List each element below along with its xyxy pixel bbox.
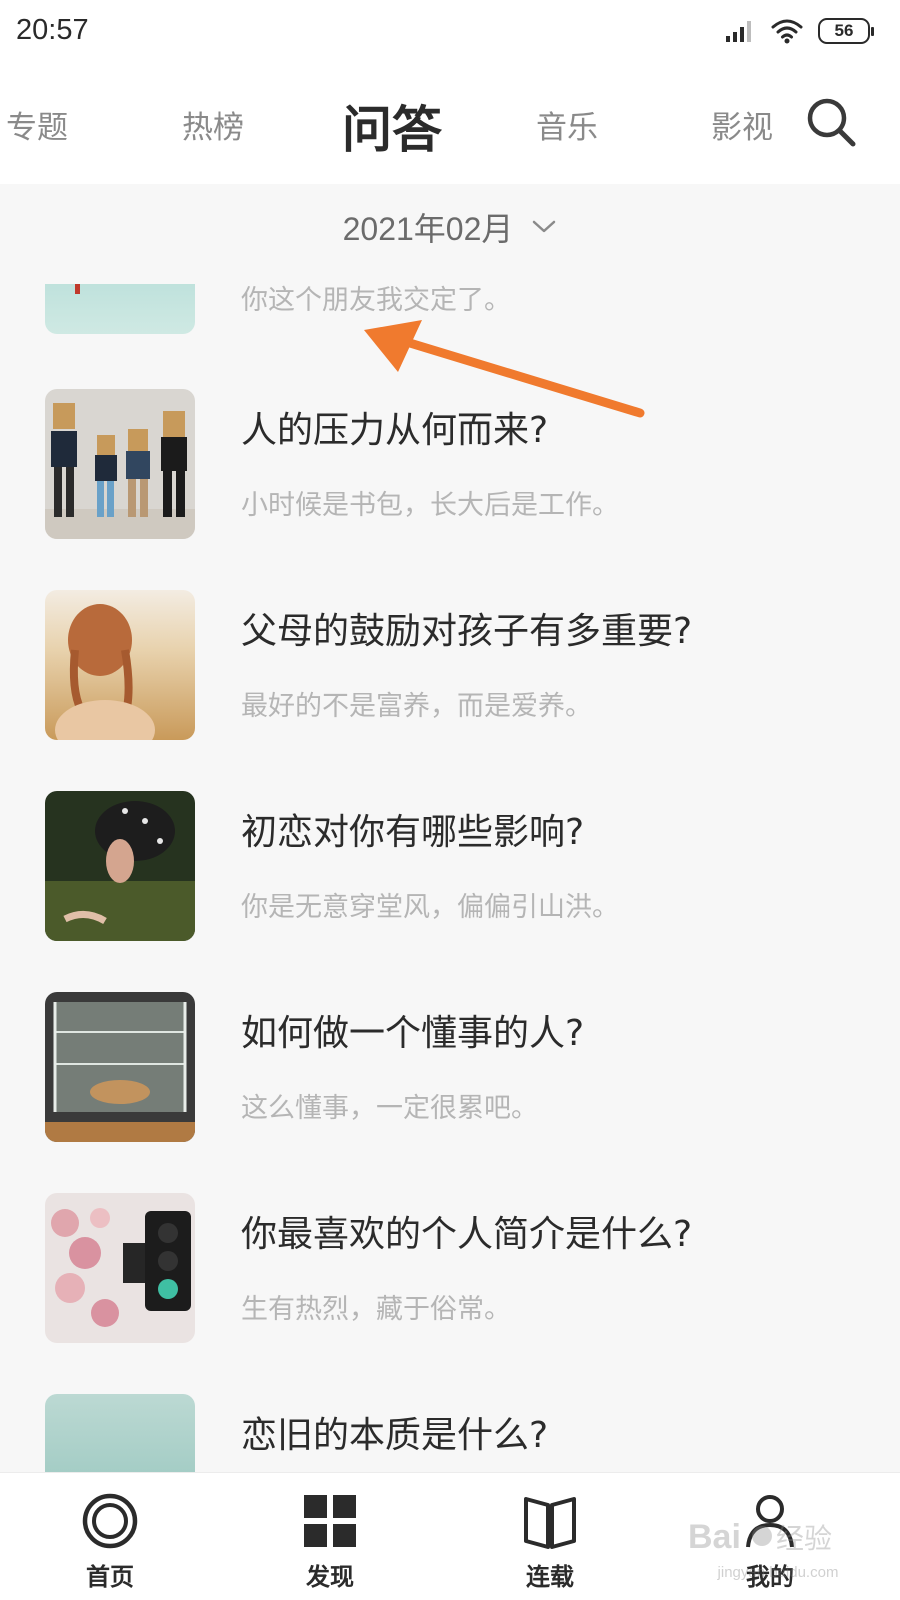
svg-text:Bai: Bai — [688, 1518, 741, 1556]
item-title: 如何做一个懂事的人? — [241, 1013, 585, 1054]
nav-serial[interactable]: 连载 — [490, 1491, 610, 1600]
battery-level: 56 — [834, 21, 854, 40]
item-subtitle: 生有热烈，藏于俗常。 — [241, 1294, 511, 1325]
chevron-down-icon — [533, 220, 556, 233]
date-selector-label: 2021年02月 — [342, 211, 514, 247]
thumbnail-image — [45, 1193, 195, 1343]
battery-icon: 56 — [818, 18, 874, 44]
nav-serial-label: 连载 — [526, 1563, 574, 1591]
list-item[interactable]: 初恋对你有哪些影响? 你是无意穿堂风，偏偏引山洪。 — [0, 791, 900, 941]
annotation-arrow-icon — [364, 320, 645, 418]
tab-music[interactable]: 音乐 — [536, 102, 598, 147]
date-selector[interactable]: 2021年02月 — [0, 184, 900, 270]
nav-discover-label: 发现 — [306, 1563, 354, 1591]
item-subtitle: 你这个朋友我交定了。 — [241, 285, 511, 316]
item-subtitle: 小时候是书包，长大后是工作。 — [241, 490, 619, 521]
watermark-url: jingyan.baidu.com — [717, 1564, 839, 1581]
nav-discover[interactable]: 发现 — [270, 1491, 390, 1600]
status-icons: 56 — [724, 16, 874, 46]
thumbnail-image — [45, 1394, 195, 1472]
question-list: 你这个朋友我交定了。 人的压力从何而来? 小时候是书包，长大后是工作。 父母的鼓… — [0, 284, 900, 1472]
thumbnail-image — [45, 284, 195, 334]
item-title: 你最喜欢的个人简介是什么? — [241, 1214, 693, 1255]
baidu-jingyan-watermark: Bai 经验 jingyan.baidu.com — [688, 1508, 868, 1588]
list-item[interactable]: 恋旧的本质是什么? — [0, 1394, 900, 1472]
baidu-logo-icon: Bai 经验 — [688, 1518, 832, 1556]
thumbnail-image — [45, 389, 195, 539]
status-bar: 20:57 56 — [0, 0, 900, 62]
nav-home[interactable]: 首页 — [50, 1491, 170, 1600]
book-icon — [524, 1497, 576, 1549]
tab-hot-list[interactable]: 热榜 — [182, 102, 244, 147]
item-subtitle: 最好的不是富养，而是爱养。 — [241, 691, 592, 722]
thumbnail-image — [45, 992, 195, 1142]
top-tab-bar: 专题 热榜 问答 音乐 影视 — [0, 62, 900, 184]
item-subtitle: 这么懂事，一定很累吧。 — [241, 1093, 538, 1124]
tab-topics[interactable]: 专题 — [6, 102, 68, 147]
list-item[interactable]: 如何做一个懂事的人? 这么懂事，一定很累吧。 — [0, 992, 900, 1142]
thumbnail-image — [45, 791, 195, 941]
status-time: 20:57 — [16, 14, 89, 46]
item-title: 恋旧的本质是什么? — [241, 1415, 549, 1456]
item-subtitle: 你是无意穿堂风，偏偏引山洪。 — [241, 892, 619, 923]
search-icon[interactable] — [803, 94, 859, 150]
tab-qa[interactable]: 问答 — [342, 90, 442, 162]
list-item[interactable]: 父母的鼓励对孩子有多重要? 最好的不是富养，而是爱养。 — [0, 590, 900, 740]
tab-film[interactable]: 影视 — [711, 102, 773, 147]
item-title: 父母的鼓励对孩子有多重要? — [241, 611, 693, 652]
item-title: 初恋对你有哪些影响? — [241, 812, 585, 853]
nav-home-label: 首页 — [86, 1563, 134, 1591]
signal-icon — [726, 21, 751, 42]
thumbnail-image — [45, 590, 195, 740]
grid-icon — [304, 1495, 356, 1547]
home-ring-icon — [82, 1493, 138, 1549]
svg-text:经验: 经验 — [776, 1522, 832, 1555]
wifi-icon — [771, 19, 803, 44]
list-item[interactable]: 你最喜欢的个人简介是什么? 生有热烈，藏于俗常。 — [0, 1193, 900, 1343]
